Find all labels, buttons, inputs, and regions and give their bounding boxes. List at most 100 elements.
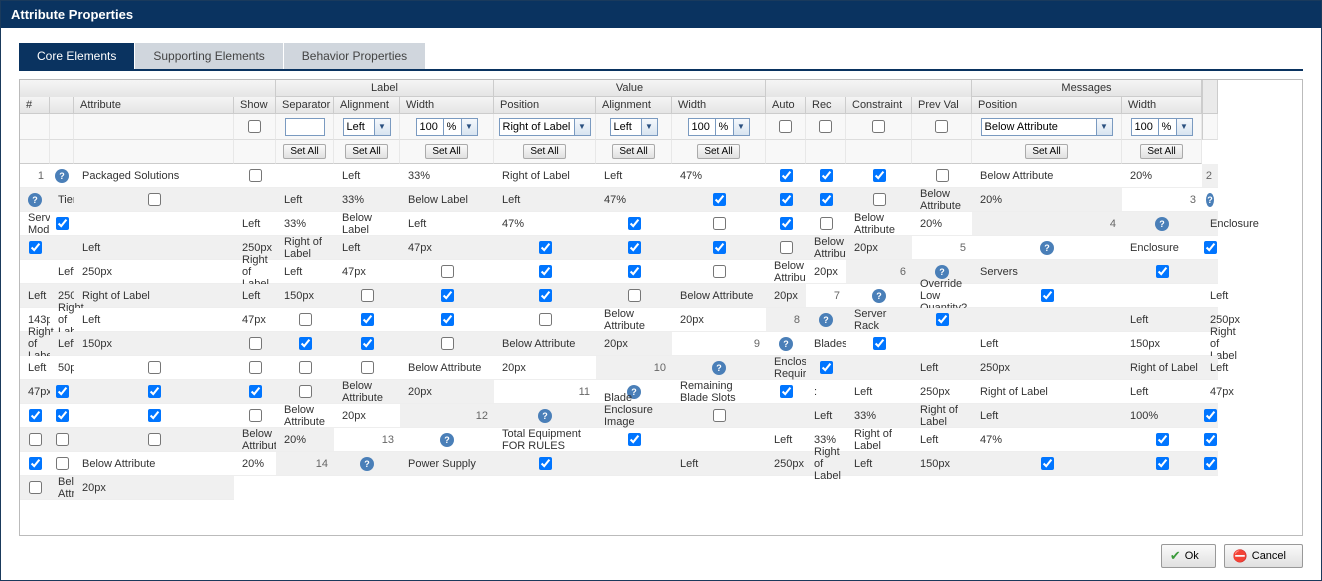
row-checkbox[interactable] [1204, 409, 1217, 422]
row-checkbox[interactable] [441, 313, 454, 326]
chevron-down-icon[interactable]: ▼ [462, 118, 478, 136]
row-checkbox[interactable] [713, 217, 726, 230]
row-checkbox[interactable] [299, 385, 312, 398]
row-checkbox[interactable] [361, 289, 374, 302]
help-icon[interactable]: ? [712, 361, 726, 375]
setall-value-position-button[interactable]: Set All [523, 144, 565, 159]
row-checkbox[interactable] [1204, 433, 1217, 446]
help-icon[interactable]: ? [1206, 193, 1214, 207]
row-checkbox[interactable] [249, 409, 262, 422]
help-icon[interactable]: ? [538, 409, 552, 423]
setall-label-alignment-button[interactable]: Set All [345, 144, 387, 159]
row-checkbox[interactable] [56, 409, 69, 422]
col-auto[interactable]: Auto [766, 97, 806, 114]
filter-rec-checkbox[interactable] [819, 120, 832, 133]
row-checkbox[interactable] [820, 217, 833, 230]
filter-value-width-unit[interactable] [716, 118, 734, 136]
row-checkbox[interactable] [936, 313, 949, 326]
row-checkbox[interactable] [780, 241, 793, 254]
row-checkbox[interactable] [713, 241, 726, 254]
row-checkbox[interactable] [539, 265, 552, 278]
col-separator[interactable]: Separator [276, 97, 334, 114]
chevron-down-icon[interactable]: ▼ [1097, 118, 1113, 136]
setall-value-alignment-button[interactable]: Set All [612, 144, 654, 159]
filter-auto-checkbox[interactable] [779, 120, 792, 133]
col-constraint[interactable]: Constraint [846, 97, 912, 114]
col-show[interactable]: Show [234, 97, 276, 114]
row-checkbox[interactable] [780, 217, 793, 230]
row-checkbox[interactable] [148, 385, 161, 398]
col-label-width[interactable]: Width [400, 97, 494, 114]
filter-value-alignment[interactable] [610, 118, 642, 136]
row-checkbox[interactable] [713, 265, 726, 278]
chevron-down-icon[interactable]: ▼ [734, 118, 750, 136]
row-checkbox[interactable] [873, 193, 886, 206]
chevron-down-icon[interactable]: ▼ [1177, 118, 1193, 136]
row-checkbox[interactable] [148, 433, 161, 446]
filter-msg-position[interactable] [981, 118, 1097, 136]
filter-label-width-val[interactable] [416, 118, 444, 136]
help-icon[interactable]: ? [360, 457, 374, 471]
row-checkbox[interactable] [1204, 457, 1217, 470]
row-checkbox[interactable] [628, 289, 641, 302]
row-checkbox[interactable] [1041, 457, 1054, 470]
row-checkbox[interactable] [1156, 457, 1169, 470]
filter-value-position[interactable] [499, 118, 575, 136]
help-icon[interactable]: ? [1040, 241, 1054, 255]
help-icon[interactable]: ? [440, 433, 454, 447]
tab-supporting-elements[interactable]: Supporting Elements [135, 43, 282, 69]
ok-button[interactable]: ✔Ok [1161, 544, 1216, 568]
setall-value-width-button[interactable]: Set All [697, 144, 739, 159]
row-checkbox[interactable] [539, 457, 552, 470]
row-checkbox[interactable] [441, 289, 454, 302]
col-rec[interactable]: Rec [806, 97, 846, 114]
setall-msg-width-button[interactable]: Set All [1140, 144, 1182, 159]
row-checkbox[interactable] [56, 217, 69, 230]
row-checkbox[interactable] [1156, 433, 1169, 446]
filter-value-width-val[interactable] [688, 118, 716, 136]
chevron-down-icon[interactable]: ▼ [375, 118, 391, 136]
row-checkbox[interactable] [29, 241, 42, 254]
col-value-width[interactable]: Width [672, 97, 766, 114]
col-msg-position[interactable]: Position [972, 97, 1122, 114]
filter-separator-input[interactable] [285, 118, 325, 136]
help-icon[interactable]: ? [28, 193, 42, 207]
row-checkbox[interactable] [539, 289, 552, 302]
row-checkbox[interactable] [539, 313, 552, 326]
col-msg-width[interactable]: Width [1122, 97, 1202, 114]
help-icon[interactable]: ? [779, 337, 793, 351]
row-checkbox[interactable] [780, 169, 793, 182]
col-num[interactable]: # [20, 97, 50, 114]
row-checkbox[interactable] [713, 409, 726, 422]
row-checkbox[interactable] [56, 433, 69, 446]
row-checkbox[interactable] [713, 193, 726, 206]
row-checkbox[interactable] [29, 433, 42, 446]
col-label-alignment[interactable]: Alignment [334, 97, 400, 114]
row-checkbox[interactable] [873, 337, 886, 350]
row-checkbox[interactable] [780, 385, 793, 398]
row-checkbox[interactable] [936, 169, 949, 182]
row-checkbox[interactable] [1041, 289, 1054, 302]
row-checkbox[interactable] [628, 241, 641, 254]
row-checkbox[interactable] [820, 361, 833, 374]
col-value-alignment[interactable]: Alignment [596, 97, 672, 114]
row-checkbox[interactable] [1204, 241, 1217, 254]
row-checkbox[interactable] [29, 409, 42, 422]
col-icon[interactable] [50, 97, 74, 114]
row-checkbox[interactable] [299, 361, 312, 374]
row-checkbox[interactable] [148, 409, 161, 422]
row-checkbox[interactable] [873, 169, 886, 182]
chevron-down-icon[interactable]: ▼ [642, 118, 658, 136]
row-checkbox[interactable] [820, 169, 833, 182]
filter-show-checkbox[interactable] [248, 120, 261, 133]
row-checkbox[interactable] [29, 481, 42, 494]
row-checkbox[interactable] [299, 313, 312, 326]
filter-prevval-checkbox[interactable] [935, 120, 948, 133]
setall-msg-position-button[interactable]: Set All [1025, 144, 1067, 159]
row-checkbox[interactable] [148, 361, 161, 374]
row-checkbox[interactable] [56, 457, 69, 470]
row-checkbox[interactable] [249, 361, 262, 374]
row-checkbox[interactable] [628, 217, 641, 230]
filter-label-alignment[interactable] [343, 118, 375, 136]
row-checkbox[interactable] [361, 361, 374, 374]
